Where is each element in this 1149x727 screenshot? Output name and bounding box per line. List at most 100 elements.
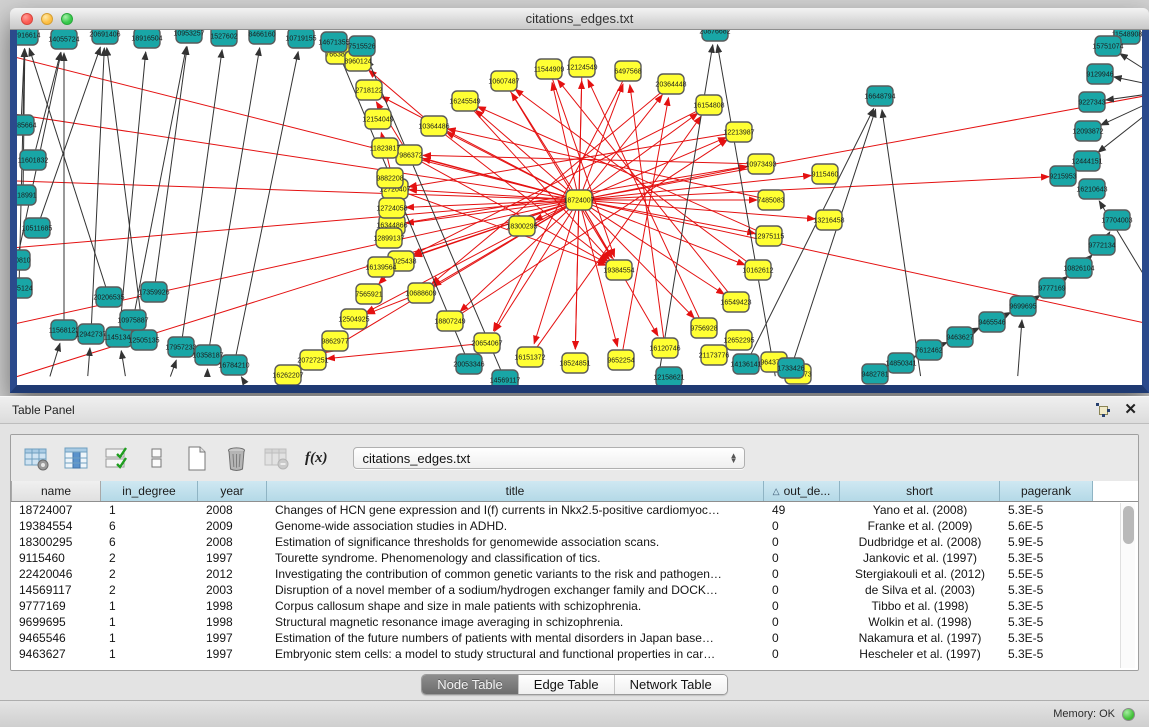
create-table-icon[interactable] (183, 445, 210, 472)
graph-node[interactable]: 9699695 (1009, 296, 1036, 316)
column-header-in_degree[interactable]: in_degree (101, 481, 198, 501)
graph-node[interactable]: 9215953 (1049, 166, 1076, 186)
graph-node[interactable]: 16549423 (720, 292, 751, 312)
graph-node[interactable]: 9756928 (690, 318, 717, 338)
graph-node[interactable]: 7565921 (355, 284, 382, 304)
graph-node[interactable]: 12899137 (373, 228, 404, 248)
table-row[interactable]: 2242004622012Investigating the contribut… (11, 566, 1138, 582)
table-row[interactable]: 1456911722003Disruption of a novel membe… (11, 582, 1138, 598)
column-header-title[interactable]: title (267, 481, 764, 501)
delete-table-icon[interactable] (223, 445, 250, 472)
citation-edge-red[interactable] (409, 134, 729, 187)
graph-node[interactable]: 9227343 (1078, 92, 1105, 112)
citation-edge-red[interactable] (17, 201, 569, 249)
graph-node[interactable]: 16154808 (693, 95, 724, 115)
citation-edge-black[interactable] (794, 109, 876, 358)
column-header-pagerank[interactable]: pagerank (1000, 481, 1093, 501)
graph-node[interactable]: 12124549 (566, 57, 597, 77)
close-window-button[interactable] (21, 13, 33, 25)
table-row[interactable]: 1872400712008Changes of HCN gene express… (11, 502, 1138, 518)
graph-node[interactable]: 12154049 (362, 109, 393, 129)
graph-node[interactable]: 9482781 (861, 364, 888, 384)
citation-edge-black[interactable] (170, 360, 176, 376)
graph-node[interactable]: 13216458 (813, 210, 844, 230)
graph-node[interactable]: 20691406 (89, 30, 120, 44)
column-header-short[interactable]: short (840, 481, 1000, 501)
citation-edge-red[interactable] (476, 110, 572, 193)
graph-node[interactable]: 1527602 (210, 30, 237, 46)
graph-node[interactable]: 20053346 (453, 354, 484, 374)
graph-node[interactable]: 15751074 (1092, 36, 1123, 56)
graph-node[interactable]: 12505135 (128, 330, 159, 350)
graph-node[interactable]: 9862977 (321, 331, 348, 351)
graph-node[interactable]: 18524851 (559, 353, 590, 373)
graph-node[interactable]: 11601832 (18, 150, 49, 170)
citation-edge-red[interactable] (575, 77, 581, 349)
graph-node[interactable]: 14850341 (885, 353, 916, 373)
graph-node[interactable]: 10607487 (488, 71, 519, 91)
citation-edge-black[interactable] (1106, 91, 1142, 100)
citation-edge-red[interactable] (583, 84, 623, 191)
graph-node[interactable]: 12093872 (1072, 121, 1103, 141)
graph-node[interactable]: 18300295 (506, 216, 537, 236)
graph-node[interactable]: 21173776 (699, 345, 730, 365)
window-titlebar[interactable]: citations_edges.txt (10, 8, 1149, 30)
close-panel-icon[interactable]: ✕ (1124, 403, 1137, 417)
graph-node[interactable]: 10826104 (1063, 258, 1094, 278)
graph-node[interactable]: 17359926 (138, 282, 169, 302)
graph-node[interactable]: 12158621 (653, 367, 684, 385)
tab-node-table[interactable]: Node Table (422, 675, 519, 694)
citation-edge-red[interactable] (588, 80, 700, 319)
graph-node[interactable]: 6497568 (614, 61, 641, 81)
citation-edge-red[interactable] (327, 344, 477, 359)
scrollbar-thumb[interactable] (1123, 506, 1134, 544)
graph-node[interactable]: 9463627 (946, 327, 973, 347)
graph-node[interactable]: 18807249 (434, 311, 465, 331)
tab-network-table[interactable]: Network Table (615, 675, 727, 694)
citation-edge-black[interactable] (182, 50, 222, 337)
citation-edge-red[interactable] (394, 203, 569, 262)
graph-node[interactable]: 10511685 (22, 218, 53, 238)
graph-node[interactable]: 12085664 (17, 115, 37, 135)
graph-node[interactable]: 12444151 (1071, 151, 1102, 171)
table-row[interactable]: 946554611997Estimation of the future num… (11, 630, 1138, 646)
graph-node[interactable]: 20206535 (93, 287, 124, 307)
graph-node[interactable]: 20654067 (471, 333, 502, 353)
row-height-icon[interactable] (143, 445, 170, 472)
table-selector-dropdown[interactable]: citations_edges.txt ▲▼ (353, 447, 745, 469)
network-canvas[interactable]: 1872400712124549649756820364448161548081… (17, 30, 1142, 385)
graph-node[interactable]: 16648794 (864, 86, 895, 106)
graph-node[interactable]: 10688609 (405, 283, 436, 303)
citation-edge-red[interactable] (630, 85, 664, 338)
graph-node[interactable]: 14671355 (318, 32, 349, 52)
graph-node[interactable]: 16210643 (1076, 179, 1107, 199)
table-row[interactable]: 1938455462009Genome-wide association stu… (11, 518, 1138, 534)
graph-node[interactable]: 14569117 (490, 370, 521, 385)
graph-node[interactable]: 9772134 (1088, 235, 1115, 255)
graph-node[interactable]: 16120746 (649, 338, 680, 358)
citation-edge-black[interactable] (1114, 77, 1142, 88)
graph-node[interactable]: 16784210 (218, 355, 249, 375)
table-row[interactable]: 911546021997Tourette syndrome. Phenomeno… (11, 550, 1138, 566)
table-row[interactable]: 977716911998Corpus callosum shape and si… (11, 598, 1138, 614)
graph-node[interactable]: 20727251 (297, 350, 328, 370)
graph-node[interactable]: 1733426 (777, 358, 804, 378)
graph-node[interactable]: 12975115 (754, 226, 785, 246)
graph-node[interactable]: 9129946 (1086, 64, 1113, 84)
graph-node[interactable]: 9777169 (1038, 278, 1065, 298)
graph-node[interactable]: 10975887 (117, 310, 148, 330)
graph-node[interactable]: 19384554 (603, 260, 634, 280)
graph-node[interactable]: 14055724 (48, 30, 79, 49)
graph-node[interactable]: 2718122 (355, 80, 382, 100)
graph-node[interactable]: 7612462 (915, 340, 942, 360)
graph-node[interactable]: 7515526 (348, 36, 375, 56)
graph-node[interactable]: 11823817 (370, 138, 401, 158)
graph-node[interactable]: 12942737 (75, 324, 106, 344)
graph-node[interactable]: 17704003 (1101, 210, 1132, 230)
table-settings-icon[interactable] (23, 445, 50, 472)
citation-edge-black[interactable] (88, 348, 90, 376)
graph-node[interactable]: 8466160 (248, 30, 275, 44)
vertical-scrollbar[interactable] (1120, 503, 1135, 668)
citation-edge-black[interactable] (882, 110, 921, 376)
citation-edge-black[interactable] (155, 47, 187, 282)
